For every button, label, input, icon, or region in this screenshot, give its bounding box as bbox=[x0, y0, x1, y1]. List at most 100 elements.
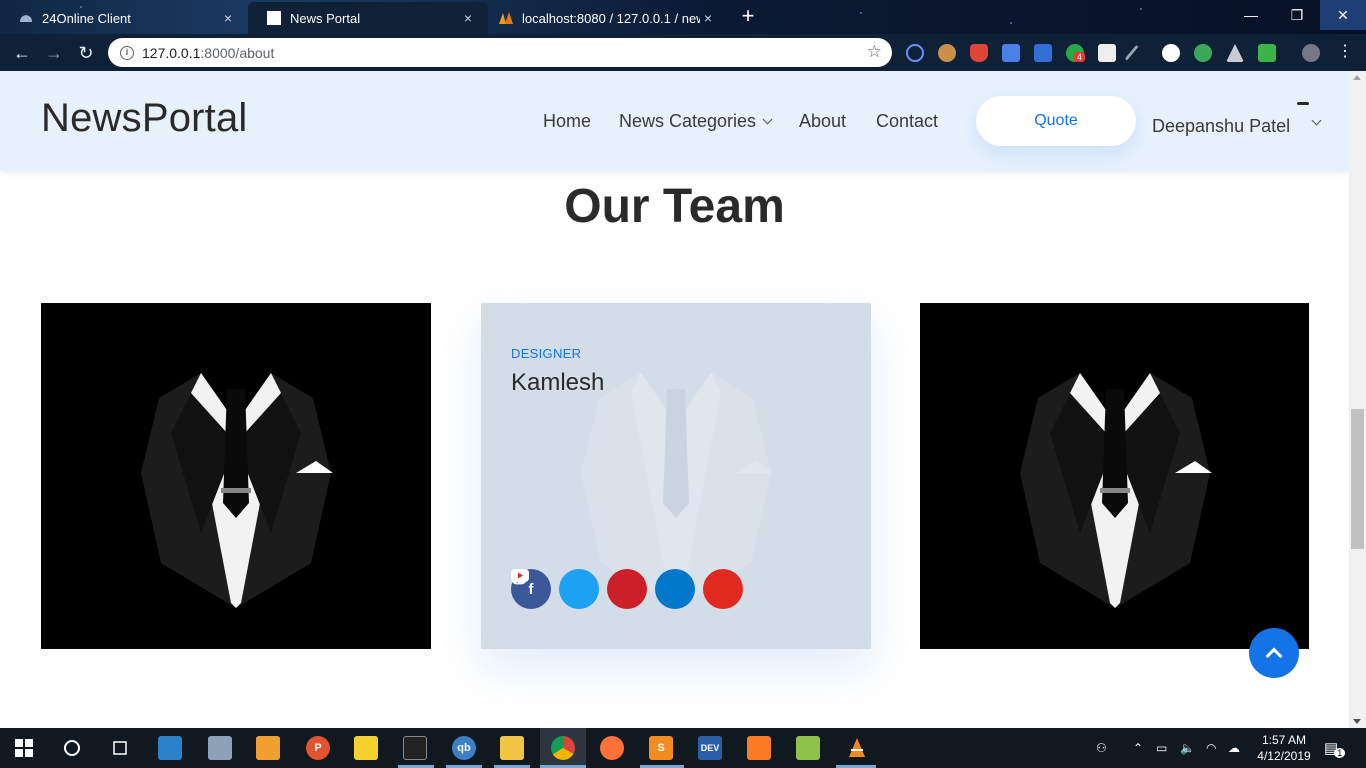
file-explorer-icon[interactable] bbox=[500, 736, 524, 760]
action-center-icon[interactable]: ▤ 1 bbox=[1324, 728, 1346, 768]
notepadpp-icon[interactable] bbox=[796, 736, 820, 760]
profile-avatar[interactable] bbox=[1302, 44, 1320, 62]
page-scrollbar[interactable] bbox=[1349, 71, 1366, 728]
cookie-extension-icon[interactable] bbox=[938, 44, 956, 62]
menu-kebab-icon[interactable]: ⋮ bbox=[1336, 44, 1354, 62]
sticky-notes-icon[interactable] bbox=[354, 736, 378, 760]
back-to-top-button[interactable] bbox=[1249, 628, 1299, 678]
user-chevron-down-icon[interactable] bbox=[1311, 115, 1322, 126]
volume-icon[interactable]: 🔈 bbox=[1180, 728, 1195, 768]
extension-icon[interactable] bbox=[1194, 44, 1212, 62]
tab-title: localhost:8080 / 127.0.0.1 / news bbox=[522, 10, 700, 26]
terminal-icon[interactable] bbox=[403, 736, 427, 760]
url-host: 127.0.0.1 bbox=[142, 44, 201, 61]
new-tab-button[interactable]: + bbox=[737, 5, 759, 28]
user-menu-name[interactable]: Deepanshu Patel bbox=[1152, 116, 1290, 137]
forward-button[interactable]: → bbox=[42, 41, 66, 65]
star-decoration bbox=[860, 12, 862, 14]
cortana-icon[interactable] bbox=[60, 736, 84, 760]
restore-button[interactable]: ❐ bbox=[1274, 0, 1320, 30]
address-bar[interactable]: i 127.0.0.1:8000/about ☆ bbox=[108, 38, 892, 67]
extension-icon[interactable] bbox=[1098, 44, 1116, 62]
scrollbar-thumb[interactable] bbox=[1351, 409, 1364, 549]
instagram-icon[interactable] bbox=[511, 569, 695, 609]
tab-title: 24Online Client bbox=[42, 10, 131, 26]
pen-extension-icon[interactable] bbox=[1124, 44, 1140, 62]
team-card[interactable]: DESIGNER Kamlesh f p bbox=[481, 303, 871, 649]
nav-news-categories[interactable]: News Categories bbox=[619, 111, 773, 132]
shield-extension-icon[interactable] bbox=[970, 44, 988, 62]
minimize-button[interactable]: — bbox=[1228, 0, 1274, 30]
extension-icon[interactable] bbox=[1162, 44, 1180, 62]
tab-close-icon[interactable]: × bbox=[460, 10, 476, 26]
firefox-icon[interactable] bbox=[600, 736, 624, 760]
tab-phpmyadmin[interactable]: localhost:8080 / 127.0.0.1 / news × bbox=[488, 2, 728, 34]
suit-image bbox=[141, 373, 333, 608]
page-viewport: NewsPortal Home News Categories About Co… bbox=[0, 71, 1349, 728]
sublime-icon[interactable]: S bbox=[649, 736, 673, 760]
store-icon[interactable] bbox=[256, 736, 280, 760]
team-card[interactable] bbox=[41, 303, 431, 649]
pinterest-icon[interactable]: p bbox=[512, 569, 647, 609]
wifi-icon[interactable]: ◠ bbox=[1206, 728, 1216, 768]
close-window-button[interactable]: ✕ bbox=[1320, 0, 1366, 30]
tab-title: News Portal bbox=[290, 10, 361, 26]
clock[interactable]: 1:57 AM 4/12/2019 bbox=[1254, 732, 1314, 764]
qbittorrent-icon[interactable]: qb bbox=[452, 736, 476, 760]
control-panel-icon[interactable] bbox=[158, 736, 182, 760]
reload-button[interactable]: ↻ bbox=[74, 41, 98, 65]
cloud-favicon-icon bbox=[18, 10, 34, 26]
team-card[interactable] bbox=[920, 303, 1309, 649]
back-button[interactable]: ← bbox=[10, 41, 34, 65]
clock-date: 4/12/2019 bbox=[1257, 749, 1311, 763]
site-brand[interactable]: NewsPortal bbox=[41, 96, 248, 141]
extension-icon[interactable] bbox=[906, 44, 924, 62]
task-view-icon[interactable] bbox=[108, 736, 132, 760]
twitter-icon[interactable] bbox=[511, 569, 599, 609]
tab-news-portal[interactable]: News Portal × bbox=[248, 2, 488, 34]
extension-badge: 4 bbox=[1074, 52, 1086, 62]
scroll-down-arrow-icon[interactable] bbox=[1353, 719, 1361, 724]
battery-icon[interactable]: ▭ bbox=[1156, 728, 1167, 768]
system-icon[interactable] bbox=[208, 736, 232, 760]
tab-close-icon[interactable]: × bbox=[220, 10, 236, 26]
ip-extension-icon[interactable] bbox=[1034, 44, 1052, 62]
nav-home[interactable]: Home bbox=[543, 111, 591, 132]
nav-about[interactable]: About bbox=[799, 111, 846, 132]
tab-24online[interactable]: 24Online Client × bbox=[0, 2, 248, 34]
chrome-icon[interactable] bbox=[551, 736, 575, 760]
site-info-icon[interactable]: i bbox=[120, 45, 134, 60]
chevron-down-icon bbox=[762, 114, 773, 125]
translate-extension-icon[interactable] bbox=[1002, 44, 1020, 62]
quote-button[interactable]: Quote bbox=[976, 96, 1136, 146]
postman-icon[interactable]: P bbox=[306, 736, 330, 760]
star-decoration bbox=[1140, 8, 1142, 10]
people-icon[interactable]: ⚇ bbox=[1096, 728, 1107, 768]
youtube-icon[interactable] bbox=[511, 569, 743, 609]
nav-label: News Categories bbox=[619, 111, 757, 131]
grammarly-extension-icon[interactable]: 4 bbox=[1066, 44, 1086, 62]
chevron-up-icon bbox=[1265, 647, 1283, 665]
vlc-icon[interactable] bbox=[845, 736, 869, 760]
browser-tab-strip: 24Online Client × News Portal × localhos… bbox=[0, 0, 1366, 34]
windows-taskbar: P qb S DEV ⚇ ⌃ ▭ 🔈 ◠ ☁ 1:57 AM 4/12/2019… bbox=[0, 728, 1366, 768]
bookmark-star-icon[interactable]: ☆ bbox=[867, 42, 882, 62]
nav-contact[interactable]: Contact bbox=[876, 111, 938, 132]
drive-extension-icon[interactable] bbox=[1226, 44, 1244, 62]
devc-icon[interactable]: DEV bbox=[698, 736, 722, 760]
xampp-icon[interactable] bbox=[747, 736, 771, 760]
tab-close-icon[interactable]: × bbox=[700, 10, 716, 26]
cors-extension-icon[interactable] bbox=[1258, 44, 1276, 62]
site-header: NewsPortal Home News Categories About Co… bbox=[0, 71, 1349, 171]
clock-time: 1:57 AM bbox=[1261, 733, 1307, 747]
windows-start-icon[interactable] bbox=[12, 736, 36, 760]
youtube-glyph bbox=[511, 569, 529, 582]
onedrive-icon[interactable]: ☁ bbox=[1228, 728, 1240, 768]
section-title: Our Team bbox=[564, 180, 785, 233]
scroll-up-arrow-icon[interactable] bbox=[1353, 75, 1361, 80]
member-role: DESIGNER bbox=[511, 346, 582, 361]
url-path: :8000/about bbox=[200, 44, 275, 61]
chevron-up-tray-icon[interactable]: ⌃ bbox=[1133, 728, 1143, 768]
phpmyadmin-favicon-icon bbox=[498, 10, 514, 26]
member-name: Kamlesh bbox=[511, 369, 605, 396]
